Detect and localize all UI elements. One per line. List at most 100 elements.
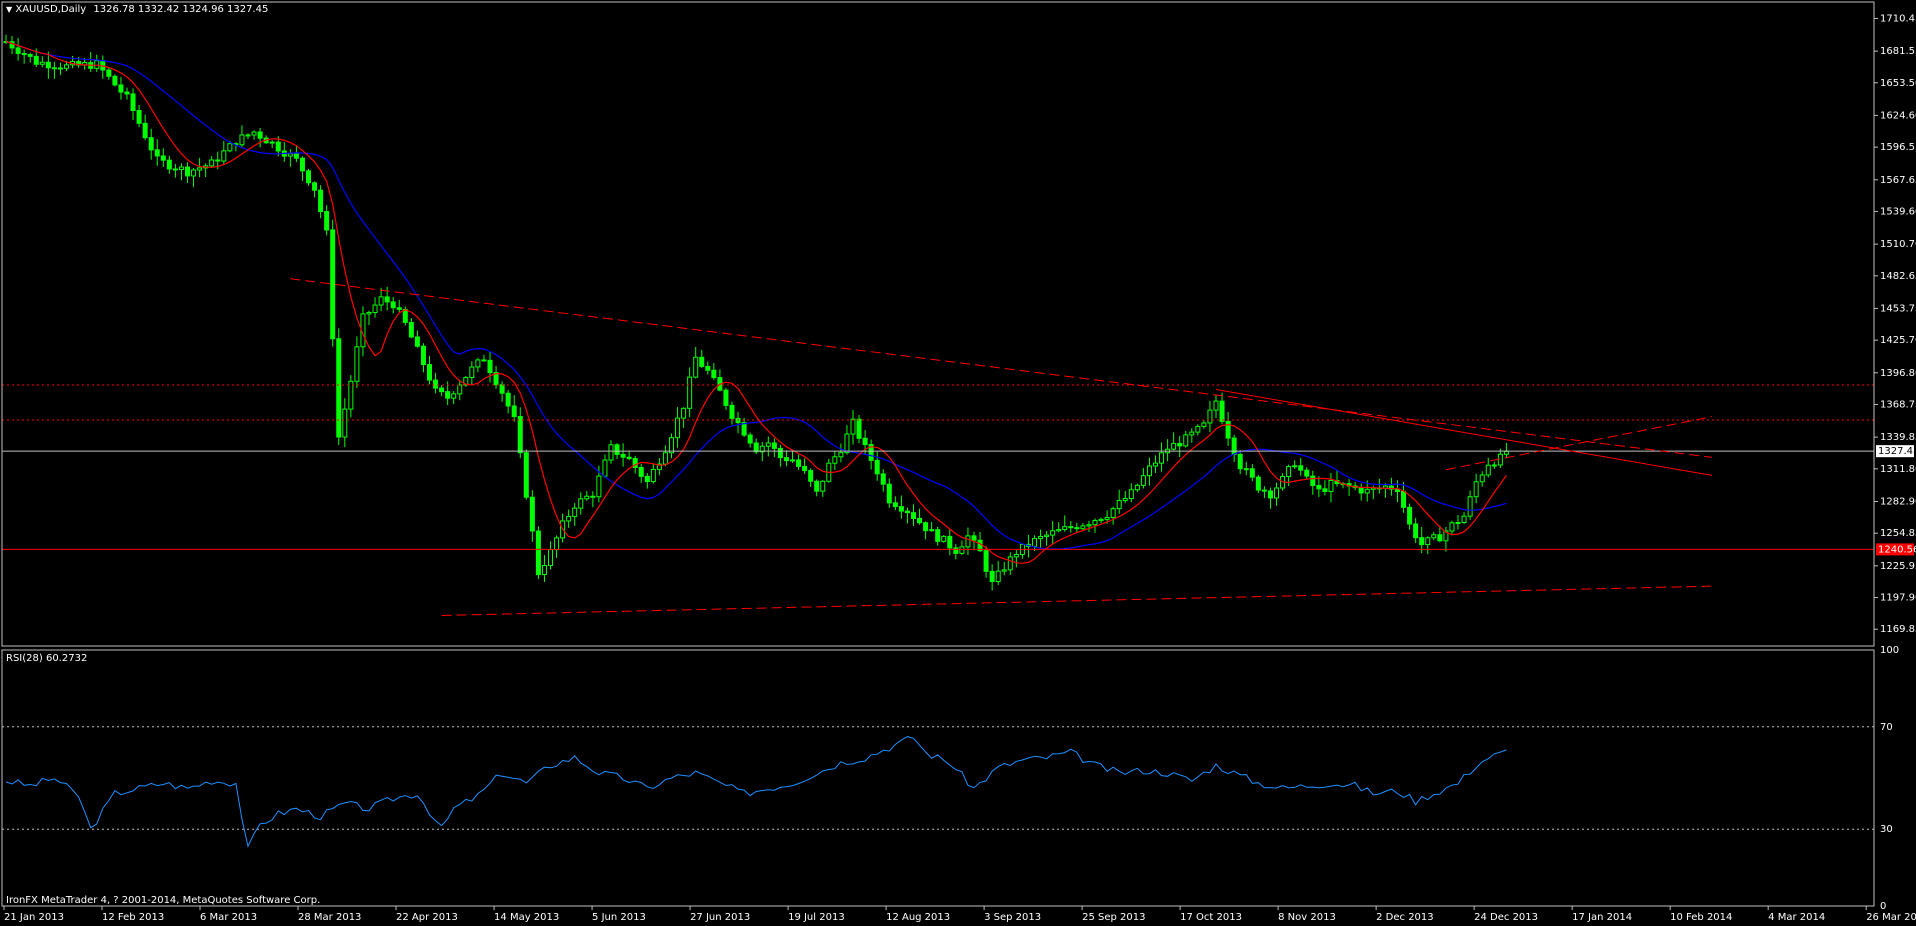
candle-body <box>1207 409 1213 424</box>
candle <box>88 52 94 72</box>
candle-body <box>293 153 299 159</box>
rsi-tick-label: 100 <box>1880 645 1899 656</box>
y-tick-label: 1197.90 <box>1880 593 1916 604</box>
candle <box>1183 431 1189 448</box>
candle-body <box>1491 464 1497 467</box>
candle-body <box>808 470 814 482</box>
candle <box>1074 522 1080 533</box>
candle-body <box>420 345 426 366</box>
candle-body <box>820 480 826 492</box>
candle <box>251 130 257 140</box>
candle <box>1098 517 1104 524</box>
candle <box>1292 460 1298 469</box>
candle-body <box>197 167 203 171</box>
dropdown-triangle-icon[interactable]: ▼ <box>6 5 12 14</box>
candle <box>475 357 481 373</box>
candle-body <box>650 468 656 483</box>
candle <box>911 504 916 526</box>
trend-line[interactable] <box>1445 416 1713 471</box>
candle-body <box>723 389 729 406</box>
y-tick-label: 1254.85 <box>1880 528 1916 539</box>
trend-line[interactable] <box>290 278 1713 458</box>
candle <box>318 185 324 219</box>
candle-body <box>1219 400 1225 422</box>
candle <box>1255 474 1261 494</box>
y-tick-label: 1624.60 <box>1880 110 1916 121</box>
candle <box>427 355 432 385</box>
x-tick-label: 12 Aug 2013 <box>886 912 950 923</box>
candle <box>947 529 953 556</box>
trend-line[interactable] <box>1215 389 1713 476</box>
candle <box>142 114 148 141</box>
trend-line[interactable] <box>441 585 1713 616</box>
candle-body <box>777 447 783 459</box>
candle <box>808 468 814 487</box>
candle <box>130 88 136 121</box>
candle <box>814 479 820 497</box>
candle <box>1243 461 1249 476</box>
y-tick-label: 1710.45 <box>1880 13 1916 24</box>
candle <box>1134 483 1140 493</box>
candle-body <box>390 301 396 309</box>
price-pane[interactable] <box>2 34 1874 616</box>
candle <box>783 450 789 467</box>
x-tick-label: 2 Dec 2013 <box>1376 912 1434 923</box>
x-tick-label: 4 Mar 2014 <box>1768 912 1825 923</box>
candle-body <box>269 141 275 144</box>
candle <box>699 349 705 369</box>
candle <box>354 336 360 388</box>
candle-body <box>1364 488 1370 494</box>
candle-body <box>862 437 868 446</box>
candle <box>650 463 656 484</box>
candle <box>348 375 354 418</box>
candle-body <box>1189 431 1195 436</box>
candle <box>1298 458 1304 476</box>
candle-body <box>469 366 475 379</box>
x-tick-label: 14 May 2013 <box>494 912 559 923</box>
candle-body <box>1001 569 1007 572</box>
candle <box>1195 424 1201 436</box>
candle-body <box>856 418 862 439</box>
candle <box>1225 411 1231 446</box>
candle <box>880 469 886 492</box>
candle-body <box>1056 528 1062 532</box>
candle <box>408 318 414 339</box>
candle <box>681 407 687 428</box>
candle <box>898 495 904 519</box>
candle-body <box>408 321 414 338</box>
candle-body <box>1431 534 1437 539</box>
candle <box>578 492 584 515</box>
candle-body <box>590 495 596 498</box>
candle-body <box>1437 534 1443 542</box>
x-tick-label: 6 Mar 2013 <box>200 912 257 923</box>
candle <box>1086 520 1092 533</box>
candle <box>1346 479 1352 496</box>
candle <box>1310 470 1316 495</box>
candle <box>390 297 396 314</box>
candle-body <box>112 75 118 86</box>
candle-body <box>457 384 463 395</box>
candle-body <box>983 550 989 572</box>
candle-body <box>439 387 445 393</box>
candle <box>148 128 154 160</box>
x-tick-label: 22 Apr 2013 <box>396 912 458 923</box>
candle-body <box>499 384 505 394</box>
candle-body <box>753 442 759 453</box>
candle-body <box>572 507 578 517</box>
x-tick-label: 5 Jun 2013 <box>592 912 646 923</box>
candle-body <box>965 535 971 548</box>
candle <box>917 508 923 525</box>
ma-slow-line <box>5 40 1507 550</box>
candle <box>306 169 311 186</box>
candle-body <box>118 84 124 93</box>
chart-canvas[interactable]: 1710.45 1681.55 1653.50 1624.60 1596.55 1567.… <box>0 0 1916 926</box>
candle <box>457 379 463 401</box>
candle <box>1207 400 1213 433</box>
candle-body <box>1062 526 1068 530</box>
candle-body <box>1098 518 1104 522</box>
candle-body <box>687 376 693 409</box>
rsi-pane[interactable] <box>2 726 1874 848</box>
candle-body <box>584 495 590 500</box>
candle-body <box>1140 475 1146 486</box>
candle <box>687 367 693 418</box>
